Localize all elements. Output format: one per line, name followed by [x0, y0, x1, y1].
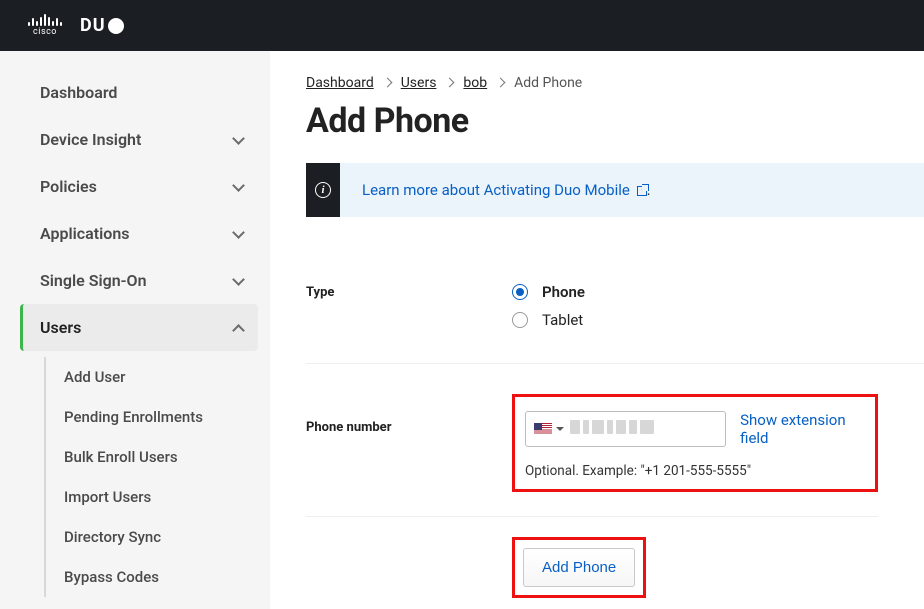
radio-phone-label: Phone [542, 283, 585, 301]
users-subnav: Add User Pending Enrollments Bulk Enroll… [44, 357, 258, 597]
phone-hint: Optional. Example: "+1 201-555-5555" [525, 463, 865, 479]
nav-label: Applications [40, 224, 129, 243]
highlight-phone-area: Show extension field Optional. Example: … [512, 394, 878, 492]
info-icon: i [315, 182, 331, 198]
chevron-right-icon [495, 75, 506, 91]
country-dropdown-caret[interactable] [556, 427, 564, 431]
nav-label: Single Sign-On [40, 271, 147, 290]
duo-circle-icon [108, 18, 124, 34]
nav-dashboard[interactable]: Dashboard [20, 69, 258, 116]
form-row-submit: Add Phone [306, 517, 924, 609]
radio-option-phone[interactable]: Phone [512, 283, 924, 301]
nav-label: Dashboard [40, 83, 117, 102]
nav-label: Users [40, 318, 81, 337]
chevron-down-icon [232, 228, 244, 240]
add-phone-button[interactable]: Add Phone [523, 548, 635, 587]
breadcrumb-users[interactable]: Users [401, 75, 437, 91]
nav-device-insight[interactable]: Device Insight [20, 116, 258, 163]
phone-input-redacted[interactable] [570, 419, 719, 439]
subnav-import-users[interactable]: Import Users [46, 477, 258, 517]
type-label: Type [306, 283, 512, 339]
radio-tablet-label: Tablet [542, 311, 583, 329]
form-row-phone: Phone number Show extension field [306, 364, 924, 516]
radio-phone[interactable] [512, 284, 528, 300]
topbar: cisco DU [0, 0, 924, 51]
subnav-bulk-enroll-users[interactable]: Bulk Enroll Users [46, 437, 258, 477]
form-row-type: Type Phone Tablet [306, 259, 924, 364]
info-message: Learn more about Activating Duo Mobile . [340, 163, 673, 217]
subnav-add-user[interactable]: Add User [46, 357, 258, 397]
external-link-icon [637, 186, 647, 196]
info-link-text: Learn more about Activating Duo Mobile [362, 181, 630, 199]
phone-input-group [525, 411, 726, 447]
nav-single-sign-on[interactable]: Single Sign-On [20, 257, 258, 304]
chevron-down-icon [232, 134, 244, 146]
flag-us-icon [534, 423, 552, 435]
nav-label: Policies [40, 177, 97, 196]
duo-logo: DU [80, 15, 124, 36]
radio-option-tablet[interactable]: Tablet [512, 311, 924, 329]
subnav-bypass-codes[interactable]: Bypass Codes [46, 557, 258, 597]
main-content: Dashboard Users bob Add Phone Add Phone … [270, 51, 924, 609]
info-link[interactable]: Learn more about Activating Duo Mobile [362, 181, 647, 199]
subnav-directory-sync[interactable]: Directory Sync [46, 517, 258, 557]
cisco-text: cisco [33, 27, 57, 37]
show-extension-link[interactable]: Show extension field [740, 411, 865, 447]
info-banner: i Learn more about Activating Duo Mobile… [306, 163, 924, 217]
cisco-bars-icon [28, 14, 62, 26]
breadcrumb-current: Add Phone [514, 75, 582, 91]
radio-tablet[interactable] [512, 312, 528, 328]
chevron-up-icon [232, 322, 244, 334]
nav-policies[interactable]: Policies [20, 163, 258, 210]
breadcrumb-user[interactable]: bob [463, 75, 487, 91]
info-icon-box: i [306, 163, 340, 217]
phone-label: Phone number [306, 394, 512, 435]
cisco-logo: cisco [28, 14, 62, 37]
chevron-right-icon [444, 75, 455, 91]
duo-text: DU [80, 15, 106, 36]
breadcrumb-dashboard[interactable]: Dashboard [306, 75, 374, 91]
nav-users[interactable]: Users [20, 304, 258, 351]
page-title: Add Phone [306, 101, 924, 141]
subnav-pending-enrollments[interactable]: Pending Enrollments [46, 397, 258, 437]
chevron-down-icon [232, 275, 244, 287]
nav-label: Device Insight [40, 130, 141, 149]
highlight-submit-area: Add Phone [512, 537, 646, 598]
breadcrumb: Dashboard Users bob Add Phone [306, 75, 924, 91]
chevron-down-icon [232, 181, 244, 193]
chevron-right-icon [382, 75, 393, 91]
sidebar: Dashboard Device Insight Policies Applic… [0, 51, 270, 609]
nav-applications[interactable]: Applications [20, 210, 258, 257]
